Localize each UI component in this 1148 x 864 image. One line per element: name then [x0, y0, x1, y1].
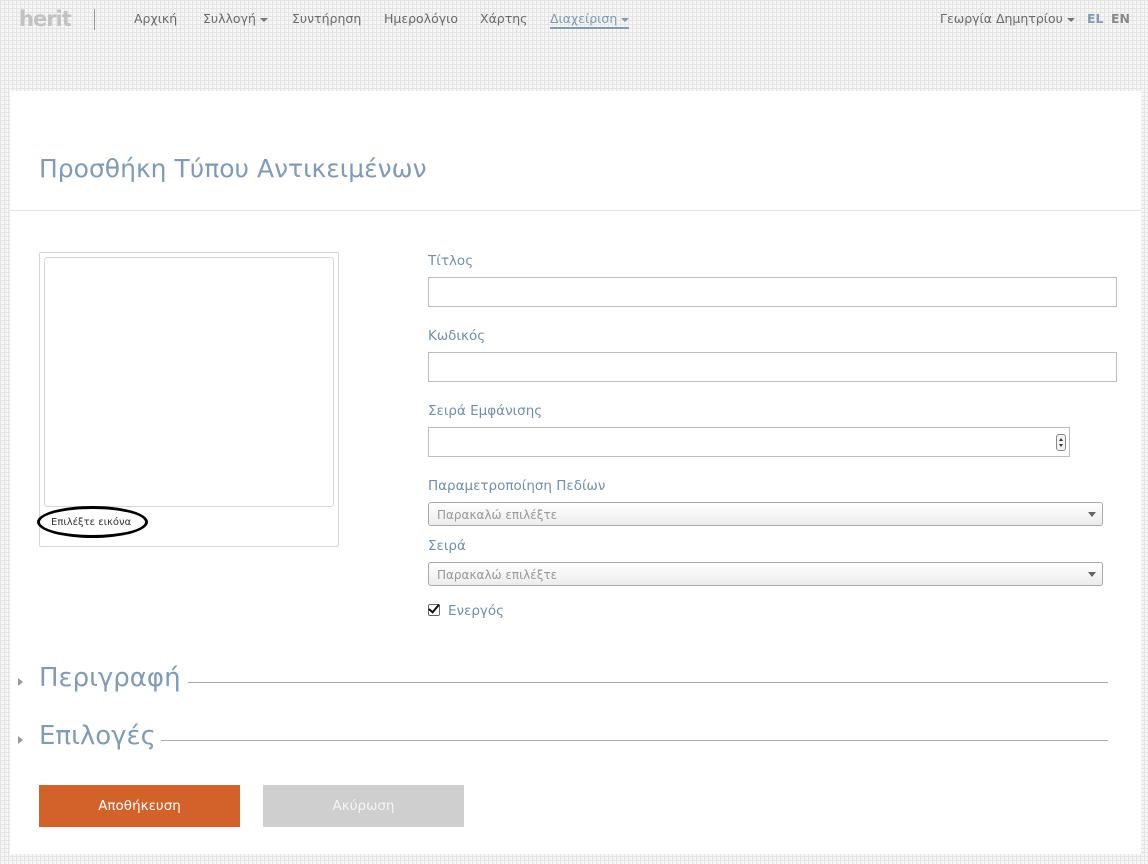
title-label: Τίτλος	[428, 253, 474, 269]
display-order-label: Σειρά Εμφάνισης	[428, 403, 543, 419]
page-title: Προσθήκη Τύπου Αντικειμένων	[39, 154, 427, 183]
series-label: Σειρά	[428, 538, 466, 554]
nav-map[interactable]: Χάρτης	[480, 11, 528, 26]
active-label[interactable]: Ενεργός	[448, 603, 504, 619]
top-navigation: herit Αρχική Συλλογή Συντήρηση Ημερολόγι…	[0, 0, 1148, 38]
lang-en[interactable]: EN	[1111, 11, 1130, 26]
user-name: Γεωργία Δημητρίου	[940, 11, 1063, 26]
dropdown-arrow-icon	[1088, 572, 1096, 577]
save-button[interactable]: Αποθήκευση	[39, 785, 240, 827]
logo[interactable]: herit	[19, 7, 72, 31]
nav-map-label: Χάρτης	[480, 11, 528, 26]
title-input[interactable]	[428, 277, 1117, 307]
chevron-down-icon	[259, 17, 268, 22]
nav-maintenance-label: Συντήρηση	[292, 11, 362, 26]
chevron-down-icon	[1066, 17, 1075, 22]
lang-el[interactable]: EL	[1087, 11, 1104, 26]
cancel-button[interactable]: Ακύρωση	[263, 785, 464, 827]
nav-administration-label: Διαχείριση	[550, 11, 618, 26]
number-spinner-icon[interactable]	[1056, 434, 1066, 451]
field-config-label: Παραμετροποίηση Πεδίων	[428, 478, 606, 494]
section-options[interactable]: Επιλογές	[39, 721, 156, 751]
user-menu[interactable]: Γεωργία Δημητρίου	[940, 11, 1075, 26]
active-checkbox[interactable]	[428, 604, 440, 616]
nav-calendar[interactable]: Ημερολόγιο	[384, 11, 458, 26]
nav-calendar-label: Ημερολόγιο	[384, 11, 459, 26]
section-description-divider	[188, 682, 1108, 683]
section-options-divider	[161, 740, 1108, 741]
code-label: Κωδικός	[428, 328, 486, 344]
image-upload-panel: Επιλέξτε εικόνα	[37, 252, 339, 547]
title-divider	[10, 210, 1141, 211]
nav-home-label: Αρχική	[134, 11, 178, 26]
nav-administration[interactable]: Διαχείριση	[550, 11, 630, 29]
image-preview[interactable]	[44, 257, 334, 507]
code-input[interactable]	[428, 352, 1117, 382]
series-select[interactable]: Παρακαλώ επιλέξτε	[428, 562, 1103, 586]
nav-home[interactable]: Αρχική	[134, 11, 177, 26]
expand-triangle-icon[interactable]	[18, 736, 23, 744]
display-order-input[interactable]	[428, 427, 1070, 457]
dropdown-arrow-icon	[1088, 512, 1096, 517]
series-placeholder: Παρακαλώ επιλέξτε	[437, 568, 558, 582]
expand-triangle-icon[interactable]	[18, 678, 23, 686]
field-config-placeholder: Παρακαλώ επιλέξτε	[437, 508, 558, 522]
chevron-down-icon	[621, 17, 630, 22]
section-description[interactable]: Περιγραφή	[39, 663, 181, 693]
select-image-button[interactable]: Επιλέξτε εικόνα	[51, 517, 131, 528]
logo-divider	[94, 9, 95, 30]
nav-collection-label: Συλλογή	[203, 11, 256, 26]
nav-collection[interactable]: Συλλογή	[203, 11, 268, 26]
main-panel: Προσθήκη Τύπου Αντικειμένων Επιλέξτε εικ…	[10, 91, 1141, 854]
field-config-select[interactable]: Παρακαλώ επιλέξτε	[428, 502, 1103, 526]
nav-maintenance[interactable]: Συντήρηση	[292, 11, 361, 26]
